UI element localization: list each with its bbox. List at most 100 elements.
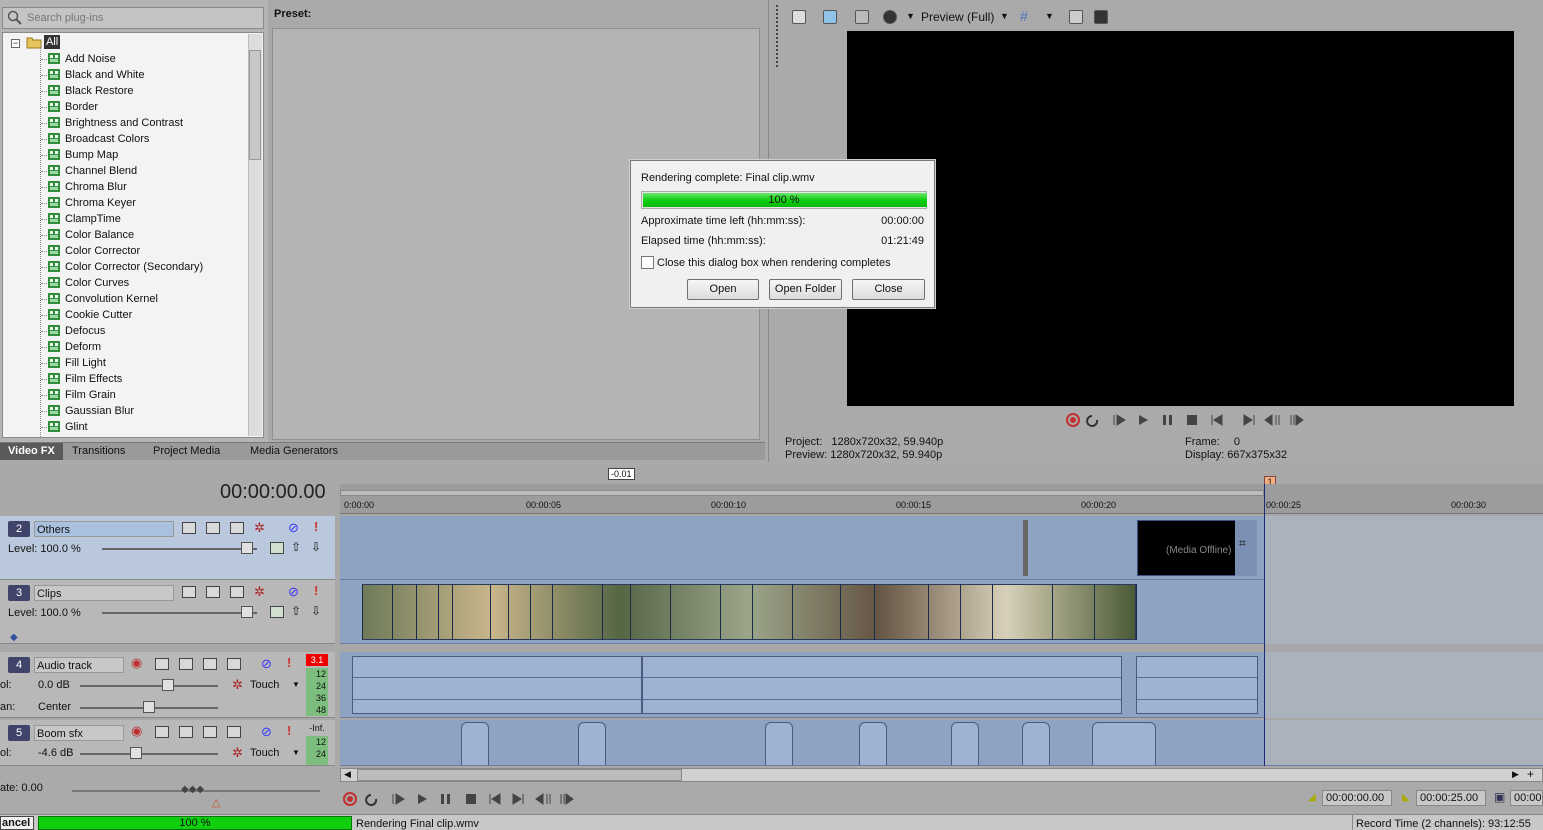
track-fx-icon[interactable]: ✲ [254,584,265,600]
fx-item[interactable]: Chroma Keyer [65,195,136,211]
arm-record-icon[interactable]: ◉ [131,723,142,739]
fx-item[interactable]: Broadcast Colors [65,131,149,147]
loop-region-bar[interactable] [340,490,1264,496]
envelope-icon[interactable] [227,658,241,670]
quality-icon[interactable] [883,10,897,24]
boom-event[interactable] [951,722,979,765]
cancel-render-button[interactable]: ancel [0,816,34,830]
fx-item[interactable]: Channel Blend [65,163,137,179]
audio-event[interactable] [1136,656,1258,714]
boom-event[interactable] [578,722,606,765]
bypass-fx-icon[interactable] [270,542,284,554]
fx-item[interactable]: Color Balance [65,227,134,243]
volume-slider-knob[interactable] [162,679,174,691]
fx-item[interactable]: Film Grain [65,387,116,403]
track-name[interactable]: Clips [34,585,174,601]
fx-item[interactable]: Border [65,99,98,115]
move-down-icon[interactable]: ⇩ [311,540,321,554]
solo-icon[interactable]: ! [314,519,318,534]
parent-overlay-icon[interactable] [206,522,220,534]
tab-project-media[interactable]: Project Media [145,443,228,460]
preview-properties-icon[interactable] [792,10,806,24]
track-header-audio[interactable]: 4 Audio track ◉ ⊘ ! 3.1 12 24 36 48 ol: 0.0… [0,652,335,718]
fx-item[interactable]: Color Curves [65,275,129,291]
move-up-icon[interactable]: ⇧ [291,604,301,618]
scroll-right-icon[interactable]: ▶ [1512,769,1519,780]
fx-item[interactable]: Color Corrector [65,243,140,259]
time-ruler[interactable]: 0:00:00 00:00:05 00:00:10 00:00:15 00:00… [340,484,1543,514]
audio-event[interactable] [352,656,642,714]
selection-end-timecode[interactable]: 00:00:25.00 [1416,790,1486,806]
tab-transitions[interactable]: Transitions [64,443,133,460]
lane-audio[interactable] [340,652,1543,718]
mute-icon[interactable]: ⊘ [261,724,272,740]
chevron-down-icon[interactable]: ▼ [292,680,300,689]
fx-item[interactable]: Fill Light [65,355,106,371]
track-header-clips[interactable]: 3 Clips ✲ ⊘ ! Level: 100.0 % ⇧ ⇩ ◆ [0,580,335,644]
track-fx-chain-icon[interactable] [155,726,169,738]
audio-event[interactable] [642,656,1122,714]
level-slider[interactable] [102,612,257,614]
expand-icon[interactable]: ◆ [10,632,18,643]
mute-icon[interactable]: ⊘ [288,584,299,600]
boom-event[interactable] [461,722,489,765]
pan-slider-knob[interactable] [143,701,155,713]
solo-icon[interactable]: ! [314,583,318,598]
rate-slider-handle[interactable]: ◆◆◆ [181,784,204,795]
close-button[interactable]: Close [852,279,925,300]
fx-tree[interactable]: − All Add Noise Black and White Black Rest… [2,32,264,438]
lane-boom[interactable] [340,720,1543,766]
fx-item[interactable]: Color Corrector (Secondary) [65,259,203,275]
search-plugins-input[interactable]: Search plug-ins [2,7,264,29]
tab-media-generators[interactable]: Media Generators [242,443,346,460]
track-name[interactable]: Boom sfx [34,725,124,741]
boom-event[interactable] [859,722,887,765]
chevron-down-icon[interactable]: ▼ [292,748,300,757]
fx-item[interactable]: Deform [65,339,101,355]
copy-snapshot-icon[interactable] [1069,10,1083,24]
chevron-down-icon[interactable]: ▼ [1000,11,1009,21]
crop-icon[interactable]: ⌗ [1239,536,1246,551]
zoom-in-icon[interactable]: + [1527,767,1534,781]
chevron-down-icon[interactable]: ▼ [1045,11,1054,21]
external-monitor-icon[interactable] [823,10,837,24]
boom-event[interactable] [765,722,793,765]
parent-overlay-icon[interactable] [206,586,220,598]
fx-item[interactable]: Film Effects [65,371,122,387]
track-header-boom[interactable]: 5 Boom sfx ◉ ⊘ ! -Inf. 12 24 ol: -4.6 dB … [0,720,335,766]
volume-slider-knob[interactable] [130,747,142,759]
level-slider-knob[interactable] [241,542,253,554]
gear-icon[interactable]: ✲ [232,677,243,693]
motion-icon[interactable] [230,586,244,598]
close-when-complete-checkbox[interactable] [641,256,654,269]
open-folder-button[interactable]: Open Folder [769,279,842,300]
track-settings-icon[interactable] [203,658,217,670]
motion-icon[interactable] [230,522,244,534]
grid-overlay-icon[interactable]: # [1020,8,1028,24]
boom-event[interactable] [1022,722,1050,765]
fx-item[interactable]: ClampTime [65,211,121,227]
fx-item[interactable]: Add Noise [65,51,116,67]
video-clips-strip[interactable] [362,584,1136,640]
selection-start-timecode[interactable]: 00:00:00.00 [1322,790,1392,806]
preview-quality-dropdown[interactable]: Preview (Full) [921,10,994,24]
automation-mode[interactable]: Touch [250,679,279,691]
arm-record-icon[interactable]: ◉ [131,655,142,671]
move-down-icon[interactable]: ⇩ [311,604,321,618]
compositing-mode-icon[interactable] [182,586,196,598]
fx-item[interactable]: Brightness and Contrast [65,115,183,131]
automation-icon[interactable] [179,726,193,738]
track-fx-chain-icon[interactable] [155,658,169,670]
boom-event[interactable] [1092,722,1156,765]
open-button[interactable]: Open [687,279,759,300]
close-when-complete-label[interactable]: Close this dialog box when rendering com… [657,257,891,269]
chevron-down-icon[interactable]: ▼ [906,11,915,21]
split-screen-icon[interactable] [855,10,869,24]
collapse-toggle[interactable]: − [11,39,20,48]
mute-icon[interactable]: ⊘ [261,656,272,672]
fx-item[interactable]: Chroma Blur [65,179,127,195]
fx-scroll-thumb[interactable] [249,50,261,160]
fx-item[interactable]: Defocus [65,323,105,339]
timeline-scroll-thumb[interactable] [357,769,682,781]
track-fx-icon[interactable]: ✲ [254,520,265,536]
